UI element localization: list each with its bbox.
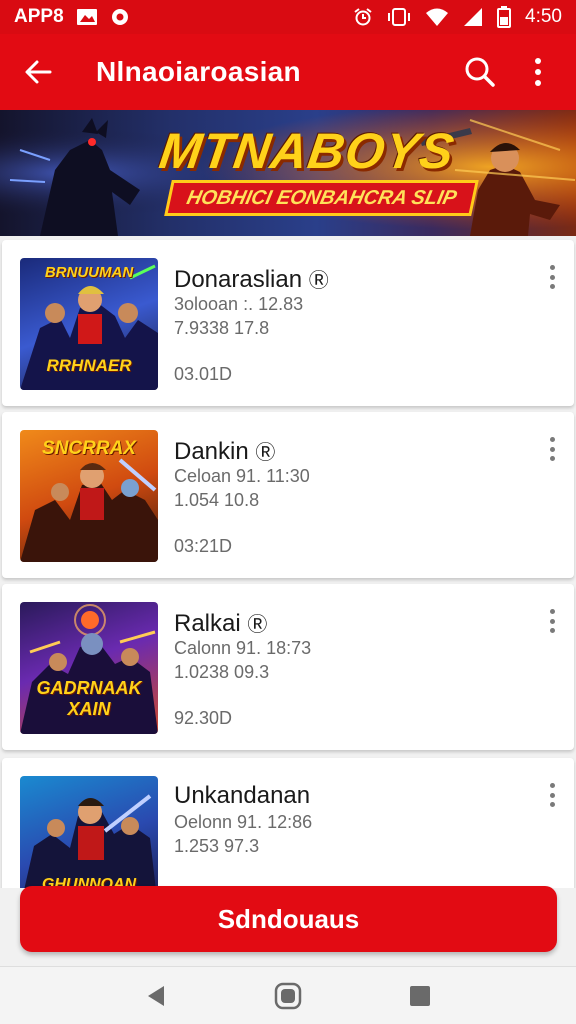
battery-icon	[497, 6, 512, 28]
banner-headline: MTNABOYS	[156, 123, 459, 179]
item-detail-2: 1.0238 09.3	[174, 662, 270, 682]
item-overflow-icon[interactable]	[540, 434, 564, 464]
thumbnail-title: BRNUUMAN	[44, 264, 134, 281]
item-name: Donaraslian Ⓡ	[174, 266, 329, 293]
thumbnail-title: SNCRRAX	[42, 438, 136, 459]
item-detail-1: Celoan 91. 11:30	[174, 466, 310, 486]
game-list: BRNUUMAN RRHNAER Donaraslian Ⓡ 3olooan :…	[0, 238, 576, 888]
item-thumbnail: GADRNAAK XAIN	[20, 602, 158, 734]
item-detail-2: 7.9338 17.8	[174, 318, 270, 338]
item-overflow-icon[interactable]	[540, 262, 564, 292]
item-name: Ralkai Ⓡ	[174, 610, 268, 637]
nav-recents-icon[interactable]	[400, 976, 440, 1016]
item-detail-1: Calonn 91. 18:73	[174, 638, 312, 658]
system-nav-bar	[0, 966, 576, 1024]
banner-subheadline: HOBHICI EONBAHCRA SLIP	[164, 180, 480, 216]
primary-action-button[interactable]: Sdndouaus	[20, 886, 557, 952]
alarm-icon	[353, 7, 373, 27]
overflow-menu-icon[interactable]	[518, 52, 558, 92]
list-item[interactable]: GHUNNOAN Unkandanan Oelonn 91. 12:86 1.2…	[2, 758, 574, 888]
status-bar: APP8 4:50	[0, 0, 576, 34]
item-detail-2: 1.054 10.8	[174, 490, 260, 510]
app-bar: Nlnaoiaroasian	[0, 34, 576, 110]
page-title: Nlnaoiaroasian	[96, 56, 301, 87]
location-icon	[110, 7, 130, 27]
item-name: Dankin Ⓡ	[174, 438, 276, 465]
item-detail-3: 03:21D	[174, 536, 233, 556]
nav-home-icon[interactable]	[268, 976, 308, 1016]
info-icon: Ⓡ	[255, 442, 276, 464]
status-right: 4:50	[353, 6, 562, 28]
info-icon: Ⓡ	[308, 270, 329, 292]
status-time: 4:50	[525, 6, 562, 27]
info-icon: Ⓡ	[247, 614, 268, 636]
thumbnail-caption: GADRNAAK XAIN	[36, 678, 142, 719]
list-item[interactable]: SNCRRAX Dankin Ⓡ Celoan 91. 11:30 1.054 …	[2, 412, 574, 578]
status-app-label: APP8	[14, 6, 64, 27]
list-item[interactable]: GADRNAAK XAIN Ralkai Ⓡ Calonn 91. 18:73 …	[2, 584, 574, 750]
thumbnail-caption: RRHNAER	[46, 356, 132, 375]
item-detail-3: 92.30D	[174, 708, 233, 728]
vibrate-icon	[387, 7, 411, 27]
item-overflow-icon[interactable]	[540, 780, 564, 810]
item-thumbnail: BRNUUMAN RRHNAER	[20, 258, 158, 390]
item-detail-1: Oelonn 91. 12:86	[174, 812, 313, 832]
list-item[interactable]: BRNUUMAN RRHNAER Donaraslian Ⓡ 3olooan :…	[2, 240, 574, 406]
search-icon[interactable]	[460, 52, 500, 92]
photo-icon	[76, 8, 98, 26]
item-thumbnail: GHUNNOAN	[20, 776, 158, 888]
nav-back-icon[interactable]	[136, 976, 176, 1016]
status-left: APP8	[14, 6, 353, 28]
promo-banner[interactable]: MTNABOYS HOBHICI EONBAHCRA SLIP	[0, 110, 576, 236]
item-overflow-icon[interactable]	[540, 606, 564, 636]
wifi-icon	[425, 7, 449, 27]
item-name: Unkandanan	[174, 782, 311, 809]
item-detail-2: 1.253 97.3	[174, 836, 260, 856]
item-detail-3: 03.01D	[174, 364, 233, 384]
item-detail-1: 3olooan :. 12.83	[174, 294, 304, 314]
item-thumbnail: SNCRRAX	[20, 430, 158, 562]
back-arrow-icon[interactable]	[18, 52, 58, 92]
signal-icon	[463, 7, 483, 27]
